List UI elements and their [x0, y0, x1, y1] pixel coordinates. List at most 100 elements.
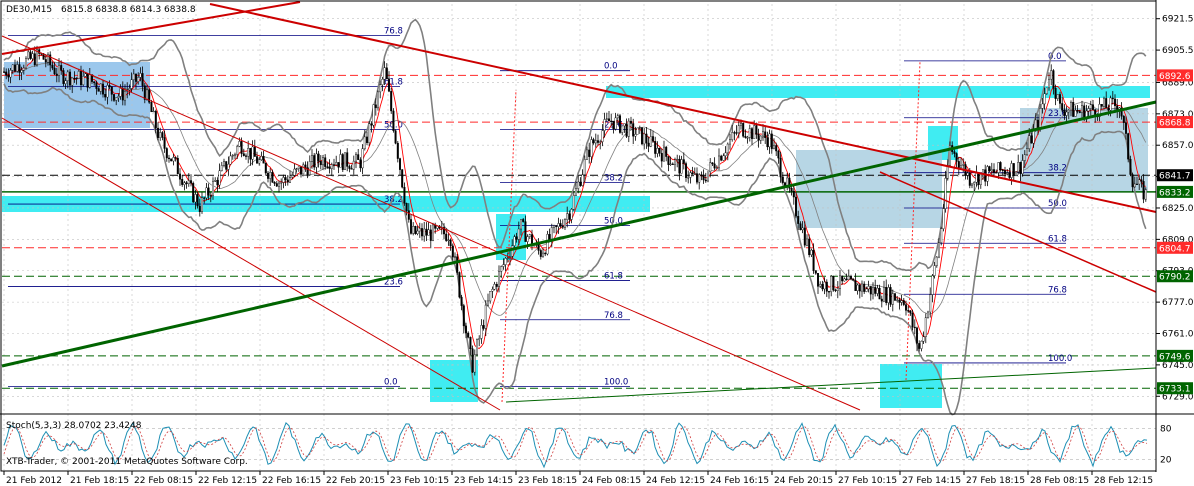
candle-body	[709, 162, 712, 173]
candle-body	[104, 93, 107, 98]
candle-body	[638, 127, 641, 129]
candle-body	[671, 163, 674, 165]
fib-level-label: 100.0	[1048, 354, 1072, 364]
candle-body	[920, 340, 923, 349]
candle-body	[579, 181, 582, 186]
time-axis-label: 22 Feb 16:15	[262, 476, 321, 486]
price-axis-label: 6745.0	[1162, 361, 1194, 371]
candle-body	[641, 127, 644, 145]
candle-body	[73, 77, 76, 80]
candle-body	[733, 132, 736, 134]
candle-body	[896, 299, 899, 301]
candle-body	[372, 104, 375, 126]
candle-body	[944, 177, 947, 209]
candle-body	[130, 79, 133, 89]
candle-body	[775, 145, 778, 152]
candle-body	[542, 252, 545, 257]
candle-body	[942, 208, 945, 229]
candle-body	[462, 305, 465, 327]
candle-body	[971, 183, 974, 186]
candle-body	[178, 173, 181, 180]
candle-body	[878, 287, 881, 300]
candle-body	[977, 172, 980, 185]
copyright-label: XTB-Trader, © 2001-2011 MetaQuotes Softw…	[6, 457, 248, 467]
candle-body	[988, 166, 991, 172]
candle-body	[550, 227, 553, 240]
candle-body	[922, 336, 925, 342]
candle-body	[280, 182, 283, 184]
candle-body	[933, 265, 936, 276]
candle-body	[1138, 179, 1141, 185]
candle-body	[383, 67, 386, 80]
candle-body	[66, 71, 69, 81]
candle-body	[927, 311, 930, 318]
candle-body	[368, 123, 371, 143]
time-axis-label: 21 Feb 18:15	[70, 476, 129, 486]
price-chart[interactable]: 76.861.850.038.223.60.00.023.638.250.061…	[0, 0, 1194, 486]
candle-body	[1100, 104, 1103, 107]
candle-body	[678, 158, 681, 174]
candle-body	[957, 161, 960, 168]
candle-body	[416, 230, 419, 234]
candle-body	[1107, 107, 1110, 111]
price-tag-label: 6733.1	[1159, 385, 1191, 395]
candle-body	[1076, 110, 1079, 112]
candle-body	[577, 181, 580, 189]
price-tag-label: 6833.2	[1159, 188, 1191, 198]
candle-body	[1061, 103, 1064, 111]
candle-body	[445, 233, 448, 241]
candle-body	[746, 137, 749, 139]
candle-body	[128, 88, 131, 91]
stoch-label: Stoch(5,3,3) 28.0702 23.4248	[6, 421, 142, 431]
candle-body	[251, 146, 254, 160]
candle-body	[755, 125, 758, 135]
ohlc-label: 6815.8 6838.8 6814.3 6838.8	[61, 5, 196, 15]
candle-body	[75, 78, 78, 80]
candle-body	[134, 73, 137, 82]
candle-body	[460, 296, 463, 306]
candle-body	[975, 172, 978, 183]
candle-body	[526, 236, 529, 242]
fib-level-label: 0.0	[384, 377, 398, 387]
candle-body	[258, 159, 261, 164]
candle-body	[29, 51, 32, 59]
candle-body	[810, 249, 813, 256]
candle-body	[84, 73, 87, 77]
candle-body	[997, 162, 1000, 173]
candle-body	[990, 169, 993, 172]
candle-body	[1023, 154, 1026, 161]
candle-body	[979, 174, 982, 185]
candle-body	[95, 82, 98, 89]
candle-body	[429, 229, 432, 241]
candle-body	[1028, 135, 1031, 150]
candle-body	[348, 166, 351, 169]
candle-body	[1043, 93, 1046, 105]
candle-body	[16, 64, 19, 72]
candle-body	[502, 264, 505, 267]
candle-body	[700, 174, 703, 177]
candle-body	[557, 223, 560, 227]
candle-body	[614, 117, 617, 130]
candle-body	[630, 120, 633, 124]
candle-body	[1069, 102, 1072, 111]
candle-body	[476, 339, 479, 355]
candle-body	[891, 293, 894, 305]
time-axis-label: 27 Feb 18:15	[966, 476, 1025, 486]
candle-body	[60, 65, 63, 71]
candle-body	[427, 229, 430, 236]
candle-body	[610, 120, 613, 122]
candle-body	[308, 161, 311, 175]
candle-body	[350, 168, 353, 170]
candle-body	[1135, 183, 1138, 185]
time-axis-label: 24 Feb 20:15	[774, 476, 833, 486]
candle-body	[357, 154, 360, 160]
candle-body	[79, 71, 82, 86]
shaded-zone	[880, 364, 942, 408]
candle-body	[588, 149, 591, 157]
candle-body	[583, 159, 586, 175]
candle-body	[1113, 98, 1116, 106]
candle-body	[62, 70, 65, 84]
candle-body	[68, 71, 71, 86]
candle-body	[731, 132, 734, 140]
candle-body	[828, 291, 831, 293]
